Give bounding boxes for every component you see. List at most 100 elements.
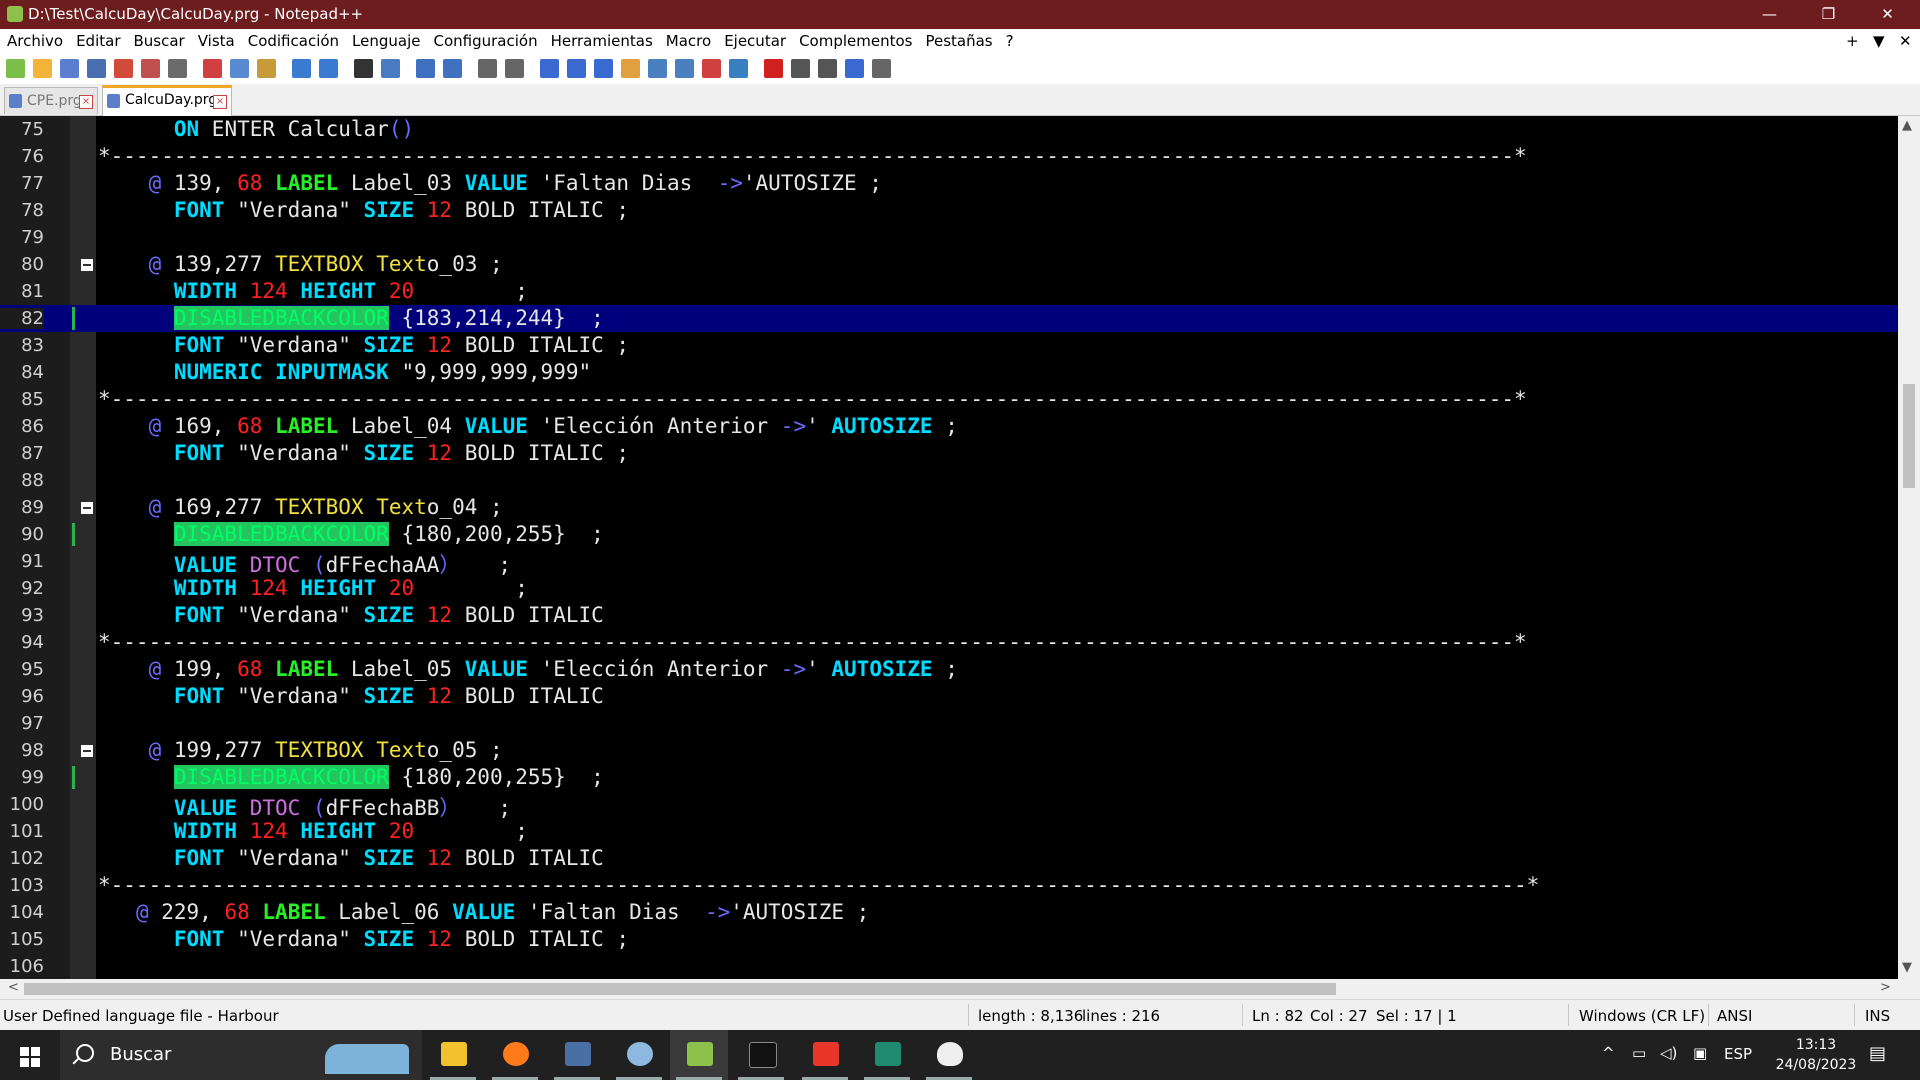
code-line[interactable]: 92 WIDTH 124 HEIGHT 20 ; — [0, 575, 1898, 602]
paste-icon[interactable] — [257, 59, 276, 78]
code-line[interactable]: 101 WIDTH 124 HEIGHT 20 ; — [0, 818, 1898, 845]
tab-cpe-prg[interactable]: CPE.prg × — [4, 87, 98, 114]
anydesk-icon[interactable] — [796, 1030, 854, 1080]
replace-icon[interactable] — [381, 59, 400, 78]
code-line[interactable]: 90 DISABLEDBACKCOLOR {180,200,255} ; — [0, 521, 1898, 548]
code-line[interactable]: 96 FONT "Verdana" SIZE 12 BOLD ITALIC — [0, 683, 1898, 710]
scroll-right-icon[interactable]: > — [1880, 980, 1891, 995]
marble-icon[interactable] — [610, 1030, 668, 1080]
horizontal-scrollbar[interactable]: < > — [0, 979, 1898, 999]
chevron-up-icon[interactable]: ^ — [1602, 1044, 1615, 1062]
code-line[interactable]: 91 VALUE DTOC (dFFechaAA） ; — [0, 548, 1898, 577]
cut-icon[interactable] — [203, 59, 222, 78]
run-macro-multiple-icon[interactable] — [845, 59, 864, 78]
menu-pestanas[interactable]: Pestañas — [918, 29, 998, 50]
scroll-thumb[interactable] — [1903, 384, 1915, 488]
folder-workspace-icon[interactable] — [702, 59, 721, 78]
notifications-icon[interactable]: ▤ — [1869, 1043, 1886, 1064]
code-line[interactable]: 85 *-------------------------------------… — [0, 386, 1898, 413]
fold-toggle-icon[interactable] — [81, 259, 93, 271]
menu-editar[interactable]: Editar — [69, 29, 126, 50]
menu-archivo[interactable]: Archivo — [0, 29, 69, 50]
taskbar-search-box[interactable]: Buscar — [60, 1030, 422, 1080]
code-line[interactable]: 93 FONT "Verdana" SIZE 12 BOLD ITALIC — [0, 602, 1898, 629]
code-line[interactable]: 88 — [0, 467, 1898, 494]
save-macro-icon[interactable] — [872, 59, 891, 78]
sync-vertical-icon[interactable] — [478, 59, 497, 78]
code-line[interactable]: 78 FONT "Verdana" SIZE 12 BOLD ITALIC ; — [0, 197, 1898, 224]
menu-herramientas[interactable]: Herramientas — [544, 29, 659, 50]
scroll-left-icon[interactable]: < — [8, 980, 19, 995]
redo-icon[interactable] — [319, 59, 338, 78]
sync-horizontal-icon[interactable] — [505, 59, 524, 78]
zoom-in-icon[interactable] — [416, 59, 435, 78]
firefox-icon[interactable] — [486, 1030, 544, 1080]
windows-start-icon[interactable] — [20, 1047, 40, 1067]
find-icon[interactable] — [354, 59, 373, 78]
menu-ejecutar[interactable]: Ejecutar — [717, 29, 792, 50]
code-editor[interactable]: 75 ON ENTER Calcular() 76 *---------------… — [0, 116, 1898, 979]
tab-list-dropdown-icon[interactable]: ▼ — [1873, 32, 1885, 50]
fold-toggle-icon[interactable] — [81, 745, 93, 757]
volume-icon[interactable]: ◁) — [1660, 1044, 1677, 1062]
monitor-icon[interactable] — [729, 59, 748, 78]
app-window-icon[interactable] — [858, 1030, 916, 1080]
code-line[interactable]: 105 FONT "Verdana" SIZE 12 BOLD ITALIC ; — [0, 926, 1898, 953]
show-all-chars-icon[interactable] — [567, 59, 586, 78]
code-line[interactable]: 103 *------------------------------------… — [0, 872, 1898, 899]
code-line[interactable]: 95 @ 199, 68 LABEL Label_05 VALUE 'Elecc… — [0, 656, 1898, 683]
scroll-up-icon[interactable]: ▲ — [1902, 118, 1912, 133]
code-line[interactable]: 83 FONT "Verdana" SIZE 12 BOLD ITALIC ; — [0, 332, 1898, 359]
menu-configuracion[interactable]: Configuración — [427, 29, 544, 50]
clock[interactable]: 13:13 24/08/2023 — [1760, 1035, 1872, 1075]
code-line[interactable]: 77 @ 139, 68 LABEL Label_03 VALUE 'Falta… — [0, 170, 1898, 197]
calculator-icon[interactable] — [548, 1030, 606, 1080]
code-line[interactable]: 99 DISABLEDBACKCOLOR {180,200,255} ; — [0, 764, 1898, 791]
save-icon[interactable] — [60, 59, 79, 78]
close-icon[interactable] — [114, 59, 133, 78]
code-line[interactable]: 80 @ 139,277 TEXTBOX Texto_03 ; — [0, 251, 1898, 278]
menu-buscar[interactable]: Buscar — [127, 29, 191, 50]
linux-tux-icon[interactable] — [920, 1030, 978, 1080]
notepad-plus-plus-taskbar-icon[interactable] — [670, 1030, 728, 1080]
network-icon[interactable]: ▭ — [1632, 1044, 1646, 1062]
file-explorer-icon[interactable] — [424, 1030, 482, 1080]
copy-icon[interactable] — [230, 59, 249, 78]
code-line[interactable]: 79 — [0, 224, 1898, 251]
code-line[interactable]: 76 *-------------------------------------… — [0, 143, 1898, 170]
code-line[interactable]: 87 FONT "Verdana" SIZE 12 BOLD ITALIC ; — [0, 440, 1898, 467]
udl-icon[interactable] — [621, 59, 640, 78]
play-macro-icon[interactable] — [818, 59, 837, 78]
menu-vista[interactable]: Vista — [191, 29, 241, 50]
vertical-scrollbar[interactable]: ▲ ▼ — [1898, 116, 1920, 979]
minimize-button[interactable]: — — [1741, 0, 1798, 29]
code-line[interactable]: 84 NUMERIC INPUTMASK "9,999,999,999" — [0, 359, 1898, 386]
code-line[interactable]: 89 @ 169,277 TEXTBOX Texto_04 ; — [0, 494, 1898, 521]
scroll-thumb[interactable] — [24, 983, 1336, 995]
code-line[interactable]: 86 @ 169, 68 LABEL Label_04 VALUE 'Elecc… — [0, 413, 1898, 440]
code-line[interactable]: 82 DISABLEDBACKCOLOR {183,214,244} ; — [0, 305, 1898, 332]
code-line[interactable]: 75 ON ENTER Calcular() — [0, 116, 1898, 143]
menu-complementos[interactable]: Complementos — [792, 29, 918, 50]
zoom-out-icon[interactable] — [443, 59, 462, 78]
code-line[interactable]: 81 WIDTH 124 HEIGHT 20 ; — [0, 278, 1898, 305]
code-line[interactable]: 100 VALUE DTOC (dFFechaBB） ; — [0, 791, 1898, 820]
close-doc-button[interactable]: ✕ — [1899, 32, 1912, 50]
function-list-icon[interactable] — [675, 59, 694, 78]
close-all-icon[interactable] — [141, 59, 160, 78]
doc-map-icon[interactable] — [648, 59, 667, 78]
tab-calcuday-prg[interactable]: CalcuDay.prg × — [102, 85, 232, 117]
fold-toggle-icon[interactable] — [81, 502, 93, 514]
tab-close-icon[interactable]: × — [79, 95, 93, 109]
stop-macro-icon[interactable] — [791, 59, 810, 78]
display-icon[interactable]: ▣ — [1693, 1044, 1707, 1062]
menu-lenguaje[interactable]: Lenguaje — [345, 29, 426, 50]
open-file-icon[interactable] — [33, 59, 52, 78]
undo-icon[interactable] — [292, 59, 311, 78]
input-language[interactable]: ESP — [1724, 1045, 1752, 1063]
word-wrap-icon[interactable] — [540, 59, 559, 78]
save-all-icon[interactable] — [87, 59, 106, 78]
close-button[interactable]: ✕ — [1859, 0, 1916, 29]
menu-help[interactable]: ? — [999, 29, 1020, 50]
code-line[interactable]: 106 — [0, 953, 1898, 979]
